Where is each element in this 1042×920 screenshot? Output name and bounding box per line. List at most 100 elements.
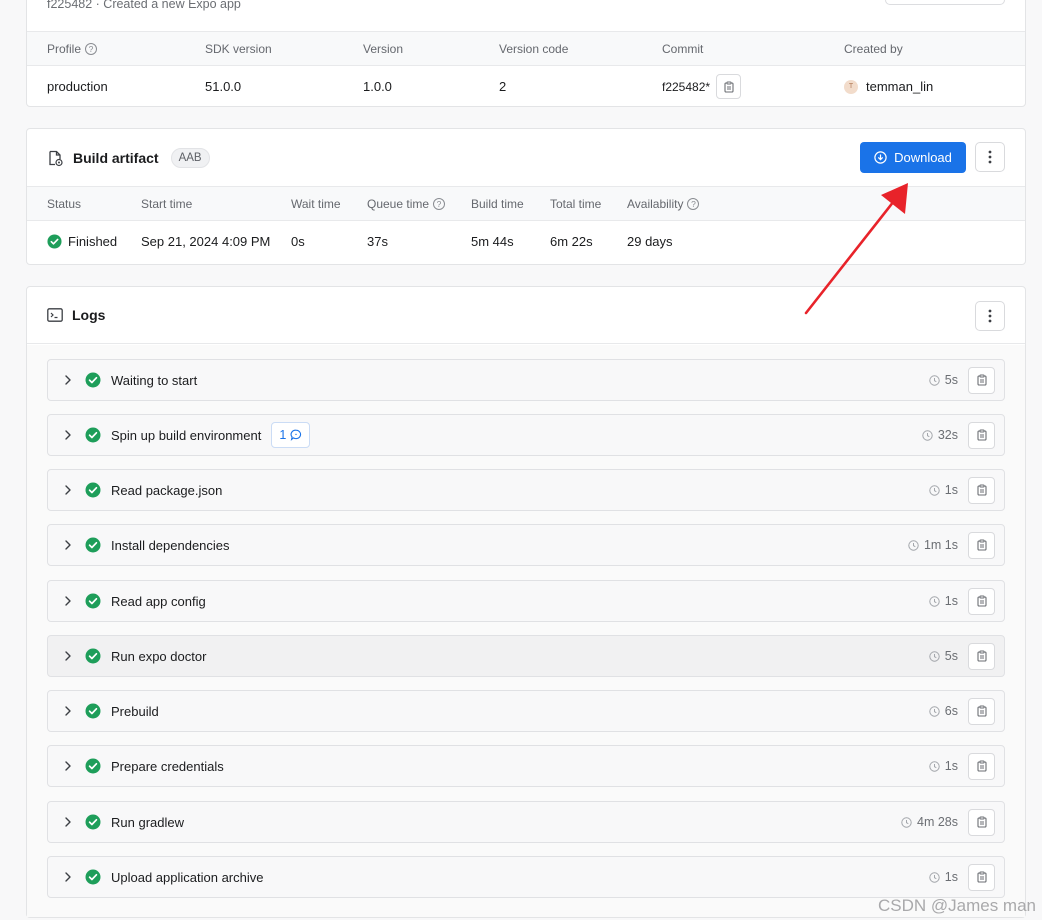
check-circle-icon — [85, 814, 101, 830]
copy-log-button[interactable] — [968, 642, 995, 670]
profile-header: Profile ? — [47, 42, 98, 56]
more-vertical-icon — [988, 309, 992, 323]
clock-icon — [929, 374, 940, 386]
build-time-value: 5m 44s — [471, 234, 514, 249]
chevron-right-icon[interactable] — [62, 816, 74, 828]
start-time-value: Sep 21, 2024 4:09 PM — [141, 234, 271, 249]
check-circle-icon — [85, 537, 101, 553]
commit-hash[interactable]: f225482* — [662, 80, 710, 94]
clipboard-icon — [723, 81, 734, 93]
clipboard-icon — [976, 374, 987, 386]
logs-header: Logs — [27, 287, 1025, 344]
copy-log-button[interactable] — [968, 587, 995, 615]
chevron-right-icon[interactable] — [62, 374, 74, 386]
version-code-value: 2 — [499, 79, 507, 94]
download-button[interactable]: Download — [860, 142, 966, 173]
chevron-right-icon[interactable] — [62, 871, 74, 883]
log-step-label: Read package.json — [111, 482, 223, 498]
copy-log-button[interactable] — [968, 752, 995, 780]
build-time-header: Build time — [471, 197, 524, 211]
help-icon[interactable]: ? — [687, 198, 700, 210]
version-code-header: Version code — [499, 42, 569, 56]
profile-value: production — [47, 79, 108, 94]
clock-icon — [929, 760, 940, 772]
logs-more-button[interactable] — [975, 301, 1005, 331]
logs-card: Logs Waiting to start 5s Spin up build env… — [26, 286, 1026, 918]
artifact-file-icon — [49, 150, 63, 166]
check-circle-icon — [85, 758, 101, 774]
log-step-label: Prepare credentials — [111, 758, 224, 774]
header-action-button[interactable] — [885, 0, 1005, 5]
clipboard-icon — [976, 816, 987, 828]
clock-icon — [929, 595, 940, 607]
sdk-version-header: SDK version — [205, 42, 272, 56]
log-step-row[interactable]: Waiting to start 5s — [47, 359, 1005, 401]
version-value: 1.0.0 — [363, 79, 392, 94]
annotation-count-badge[interactable]: 1 — [271, 422, 311, 448]
availability-value: 29 days — [627, 234, 673, 249]
log-step-row[interactable]: Run gradlew 4m 28s — [47, 801, 1005, 843]
chevron-right-icon[interactable] — [62, 484, 74, 496]
availability-header: Availability ? — [627, 197, 700, 211]
log-step-meta: 5s — [929, 642, 995, 670]
chevron-right-icon[interactable] — [62, 595, 74, 607]
copy-log-button[interactable] — [968, 808, 995, 836]
chevron-right-icon[interactable] — [62, 539, 74, 551]
clock-icon — [922, 429, 933, 441]
copy-log-button[interactable] — [968, 421, 995, 449]
log-step-duration: 5s — [929, 373, 958, 387]
log-step-label: Run gradlew — [111, 814, 184, 830]
help-icon[interactable]: ? — [85, 43, 98, 55]
total-time-header: Total time — [550, 197, 602, 211]
artifact-type-badge: AAB — [170, 148, 210, 168]
comment-icon — [290, 429, 302, 441]
log-step-meta: 4m 28s — [901, 808, 995, 836]
log-step-row[interactable]: Upload application archive 1s — [47, 856, 1005, 898]
clipboard-icon — [976, 760, 987, 772]
chevron-right-icon[interactable] — [62, 429, 74, 441]
help-icon[interactable]: ? — [433, 198, 446, 210]
copy-log-button[interactable] — [968, 366, 995, 394]
log-step-row[interactable]: Prebuild 6s — [47, 690, 1005, 732]
queue-time-value: 37s — [367, 234, 388, 249]
log-step-label: Prebuild — [111, 703, 159, 719]
log-step-meta: 6s — [929, 697, 995, 725]
commit-value: f225482* — [662, 74, 742, 99]
log-step-label: Upload application archive — [111, 869, 264, 885]
log-step-row[interactable]: Read app config 1s — [47, 580, 1005, 622]
log-step-duration: 32s — [922, 428, 958, 442]
log-step-row[interactable]: Spin up build environment 1 32s — [47, 414, 1005, 456]
chevron-right-icon[interactable] — [62, 760, 74, 772]
build-artifact-card: Build artifact AAB Download Status Start… — [26, 128, 1026, 265]
log-step-duration: 1m 1s — [908, 538, 958, 552]
copy-commit-button[interactable] — [716, 74, 742, 99]
build-info-card: f225482 · Created a new Expo app Profile… — [26, 0, 1026, 107]
build-artifact-title: Build artifact AAB — [47, 148, 210, 168]
more-vertical-icon — [988, 150, 992, 164]
chevron-right-icon[interactable] — [62, 650, 74, 662]
artifact-value-row: Finished Sep 21, 2024 4:09 PM 0s 37s 5m … — [27, 221, 1025, 265]
clock-icon — [929, 705, 940, 717]
creator-name[interactable]: temman_lin — [866, 79, 933, 94]
queue-time-header: Queue time ? — [367, 197, 446, 211]
log-step-meta: 1s — [929, 476, 995, 504]
copy-log-button[interactable] — [968, 476, 995, 504]
log-step-duration: 1s — [929, 870, 958, 884]
build-meta-row: production 51.0.0 1.0.0 2 f225482* T tem… — [27, 66, 1025, 108]
log-step-row[interactable]: Prepare credentials 1s — [47, 745, 1005, 787]
copy-log-button[interactable] — [968, 697, 995, 725]
wait-time-header: Wait time — [291, 197, 341, 211]
clipboard-icon — [976, 871, 987, 883]
check-circle-icon — [47, 234, 62, 249]
clipboard-icon — [976, 650, 987, 662]
sdk-version-value: 51.0.0 — [205, 79, 242, 94]
log-step-row[interactable]: Run expo doctor 5s — [47, 635, 1005, 677]
log-step-row[interactable]: Install dependencies 1m 1s — [47, 524, 1005, 566]
chevron-right-icon[interactable] — [62, 705, 74, 717]
copy-log-button[interactable] — [968, 863, 995, 891]
copy-log-button[interactable] — [968, 531, 995, 559]
check-circle-icon — [85, 593, 101, 609]
artifact-more-button[interactable] — [975, 142, 1005, 172]
log-step-row[interactable]: Read package.json 1s — [47, 469, 1005, 511]
total-time-value: 6m 22s — [550, 234, 593, 249]
